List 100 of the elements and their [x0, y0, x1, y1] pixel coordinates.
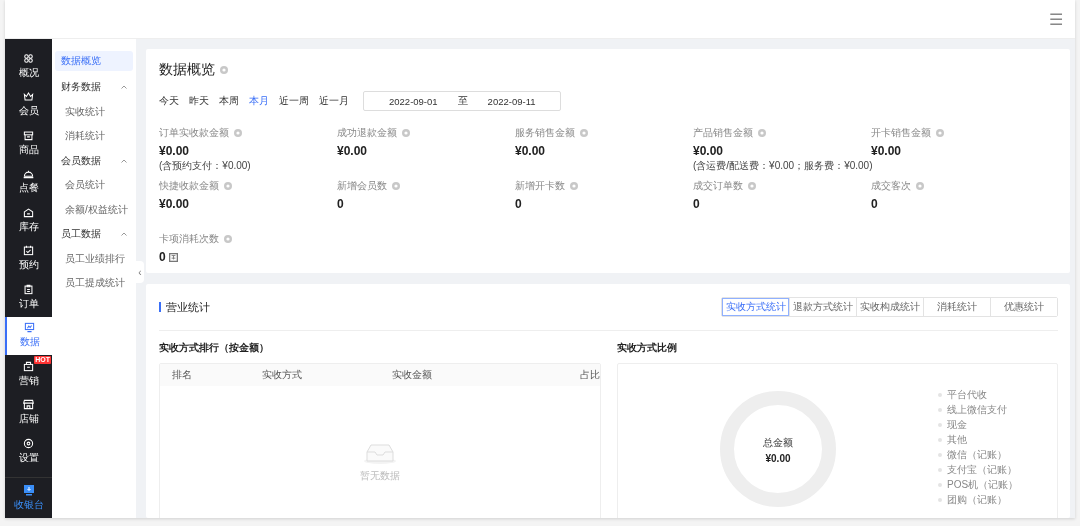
nav-label: 订单	[18, 296, 39, 311]
menu-group[interactable]: 员工数据	[55, 222, 133, 247]
nav-label: 商品	[18, 142, 39, 157]
stat-value: 0	[871, 197, 878, 211]
legend-label[interactable]: 现金	[947, 418, 967, 432]
stat-label: 卡项消耗次数	[159, 232, 219, 246]
stat-label: 新增开卡数	[515, 179, 565, 193]
stat-label: 成交订单数	[693, 179, 743, 193]
group-label: 财务数据	[61, 80, 101, 95]
nav-item[interactable]: 数据	[5, 316, 52, 355]
nav-icon	[23, 168, 34, 180]
range-tab[interactable]: 今天	[159, 94, 179, 108]
help-icon[interactable]	[936, 129, 944, 137]
nav-icon	[23, 437, 34, 449]
nav-icon	[24, 322, 35, 334]
help-icon[interactable]	[392, 182, 400, 190]
menu-item[interactable]: 会员统计	[55, 173, 133, 198]
stat-value: ¥0.00	[159, 197, 190, 211]
column-header: 实收方式	[262, 368, 303, 382]
legend-label[interactable]: 其他	[947, 433, 967, 447]
stat-label: 成交客次	[871, 179, 911, 193]
stat-label: 开卡销售金额	[871, 126, 931, 140]
menu-item[interactable]: 员工业绩排行	[55, 246, 133, 271]
stat-label: 新增会员数	[337, 179, 387, 193]
nav-label: 点餐	[18, 181, 39, 196]
nav-label: 库存	[18, 219, 39, 234]
empty-inbox-icon	[363, 442, 397, 464]
stat-value: ¥0.00	[871, 144, 902, 158]
legend-label[interactable]: POS机（记账）	[947, 478, 1019, 492]
nav-icon	[23, 399, 34, 411]
help-icon[interactable]	[234, 129, 242, 137]
stat-value: 0	[693, 197, 700, 211]
column-header: 实收金额	[392, 368, 433, 382]
group-label: 会员数据	[61, 153, 101, 168]
nav-label: 预约	[18, 258, 39, 273]
menu-item[interactable]: 实收统计	[55, 99, 133, 124]
stat-tab[interactable]: 退款方式统计	[789, 298, 856, 316]
column-header: 排名	[172, 368, 193, 382]
nav-icon	[23, 245, 34, 257]
menu-group[interactable]: 会员数据	[55, 148, 133, 173]
collapse-handle[interactable]: ‹	[136, 261, 144, 283]
range-tab[interactable]: 近一月	[319, 94, 349, 108]
menu-item[interactable]: 余额/权益统计	[55, 197, 133, 222]
legend-label[interactable]: 线上微信支付	[947, 403, 1007, 417]
help-icon[interactable]	[758, 129, 766, 137]
stat-label: 成功退款金额	[337, 126, 397, 140]
menu-item[interactable]: 员工提成统计	[55, 271, 133, 296]
nav-label: 店铺	[18, 412, 39, 427]
stat-value: 0	[337, 197, 344, 211]
nav-icon	[23, 283, 34, 295]
legend-label[interactable]: 团购（记账）	[947, 493, 1007, 507]
stat-value: ¥0.00	[515, 144, 546, 158]
range-tab[interactable]: 近一周	[279, 94, 309, 108]
stat-tab[interactable]: 实收方式统计	[722, 298, 789, 316]
help-icon[interactable]	[220, 66, 228, 74]
subsection-title: 实收方式比例	[617, 341, 678, 355]
range-tab[interactable]: 本周	[219, 94, 239, 108]
help-icon[interactable]	[916, 182, 924, 190]
menu-item[interactable]: 消耗统计	[55, 124, 133, 149]
nav-label: 设置	[18, 450, 39, 465]
stat-value: 0	[159, 250, 166, 264]
menu-group[interactable]: 财务数据	[55, 75, 133, 100]
stat-value: ¥0.00	[337, 144, 368, 158]
help-icon[interactable]	[402, 129, 410, 137]
subsection-title: 实收方式排行（按金额）	[159, 341, 270, 355]
nav-icon	[23, 129, 34, 141]
stat-tab[interactable]: 实收构成统计	[856, 298, 923, 316]
nav-label: 营销	[18, 373, 39, 388]
stat-value: ¥0.00	[159, 144, 190, 158]
help-icon[interactable]	[224, 182, 232, 190]
card-title: 数据概览	[159, 61, 215, 79]
help-icon[interactable]	[748, 182, 756, 190]
legend-label[interactable]: 微信（记账）	[947, 448, 1007, 462]
legend-label[interactable]: 支付宝（记账）	[947, 463, 1017, 477]
stat-label: 订单实收款金额	[159, 126, 229, 140]
range-tab[interactable]: 昨天	[189, 94, 209, 108]
group-label: 员工数据	[61, 227, 101, 242]
stat-label: 产品销售金额	[693, 126, 753, 140]
stat-label: 服务销售金额	[515, 126, 575, 140]
total-label: 总金额	[763, 436, 793, 450]
column-header: 占比	[579, 368, 600, 382]
range-tab[interactable]: 本月	[249, 94, 269, 108]
help-icon[interactable]	[224, 235, 232, 243]
help-icon[interactable]	[570, 182, 578, 190]
monitor-icon	[22, 484, 35, 496]
menu-item[interactable]: 数据概览	[55, 51, 133, 71]
nav-label: 会员	[18, 104, 39, 119]
legend-label[interactable]: 平台代收	[947, 388, 987, 402]
stat-value: ¥0.00	[693, 144, 724, 158]
stat-tab[interactable]: 优惠统计	[990, 298, 1057, 316]
nav-icon	[23, 91, 34, 103]
section-title: 营业统计	[159, 302, 210, 312]
menu-button[interactable]: ☰	[1045, 9, 1067, 29]
date-range-field[interactable]: 2022-09-01 至 2022-09-11	[363, 91, 561, 111]
stat-note: (含运费/配送费：¥0.00；服务费：¥0.00)	[693, 159, 871, 173]
nav-icon	[23, 52, 34, 64]
nav-icon	[23, 206, 34, 218]
stat-label: 快捷收款金额	[159, 179, 219, 193]
stat-note: (含预约支付：¥0.00)	[159, 159, 252, 173]
help-icon[interactable]	[580, 129, 588, 137]
